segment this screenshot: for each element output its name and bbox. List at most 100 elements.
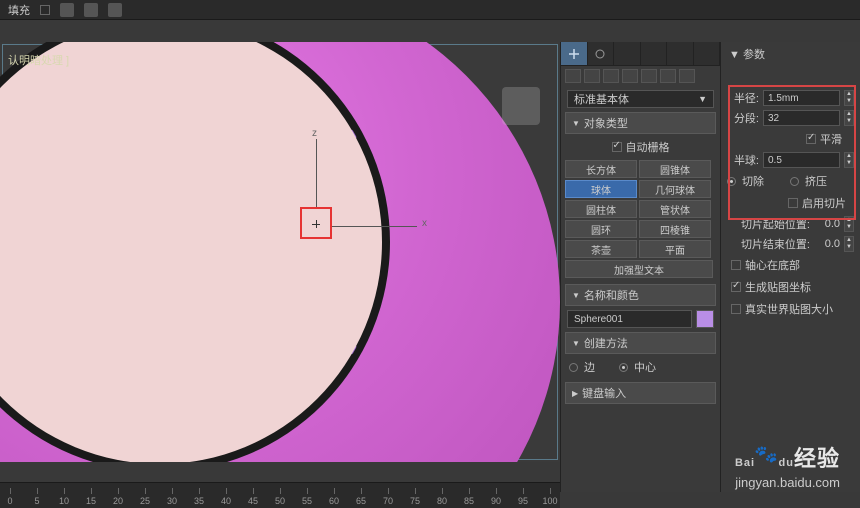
- object-name-input[interactable]: Sphere001: [567, 310, 692, 328]
- subtab-shapes[interactable]: [584, 69, 600, 83]
- center-point: [155, 237, 165, 247]
- timeline-tick: 90: [491, 496, 501, 506]
- rollout-object-type[interactable]: ▼对象类型: [565, 112, 716, 134]
- timeline-tick: 40: [221, 496, 231, 506]
- btn-cone[interactable]: 圆锥体: [639, 160, 711, 178]
- radio-center[interactable]: [619, 363, 628, 372]
- object-color-swatch[interactable]: [696, 310, 714, 328]
- subtab-helpers[interactable]: [641, 69, 657, 83]
- fill-dropdown[interactable]: [40, 5, 50, 15]
- timeline-tick: 0: [7, 496, 12, 506]
- timeline-tick: 20: [113, 496, 123, 506]
- tab-utilities[interactable]: [694, 42, 721, 65]
- tab-motion[interactable]: [641, 42, 668, 65]
- timeline-tick: 75: [410, 496, 420, 506]
- axis-x-label: x: [422, 218, 427, 229]
- base-pivot-checkbox[interactable]: [731, 260, 741, 270]
- rollout-keyboard[interactable]: ▶键盘输入: [565, 382, 716, 404]
- timeline-tick: 25: [140, 496, 150, 506]
- rollout-name-color[interactable]: ▼名称和颜色: [565, 284, 716, 306]
- hemi-spinner[interactable]: ▲▼: [844, 152, 854, 168]
- segments-input[interactable]: 32: [763, 110, 840, 126]
- radio-squash[interactable]: [790, 177, 799, 186]
- toolbar-icon-2[interactable]: [84, 3, 98, 17]
- tick-2: [333, 129, 357, 149]
- primitive-category-dropdown[interactable]: 标准基本体 ▼: [567, 90, 714, 108]
- axis-z-line: [316, 139, 317, 209]
- tab-hierarchy[interactable]: [614, 42, 641, 65]
- viewport-shading-label: 认明暗处理 ]: [8, 52, 69, 68]
- btn-textplus[interactable]: 加强型文本: [565, 260, 713, 278]
- watermark: Bai🐾du经验 jingyan.baidu.com: [735, 441, 840, 490]
- timeline-tick: 85: [464, 496, 474, 506]
- tab-modify[interactable]: [588, 42, 615, 65]
- btn-cylinder[interactable]: 圆柱体: [565, 200, 637, 218]
- btn-pyramid[interactable]: 四棱锥: [639, 220, 711, 238]
- axis-x-line: [332, 226, 417, 227]
- gizmo-pivot[interactable]: [312, 220, 320, 228]
- tick-3: [359, 237, 381, 247]
- timeline-tick: 70: [383, 496, 393, 506]
- segments-spinner[interactable]: ▲▼: [844, 110, 854, 126]
- timeline-tick: 65: [356, 496, 366, 506]
- timeline-tick: 5: [34, 496, 39, 506]
- timeline[interactable]: 0510152025303540455055606570758085909510…: [0, 482, 560, 508]
- tick-6: [155, 440, 165, 462]
- axis-z-label: z: [312, 128, 317, 139]
- timeline-tick: 30: [167, 496, 177, 506]
- viewport[interactable]: z x: [0, 42, 560, 462]
- slice-from-spinner: ▲▼: [844, 216, 854, 232]
- clock-outer-ring: [0, 42, 560, 462]
- radius-label: 半径:: [727, 90, 759, 106]
- subtab-space[interactable]: [660, 69, 676, 83]
- btn-plane[interactable]: 平面: [639, 240, 711, 258]
- smooth-checkbox[interactable]: [806, 134, 816, 144]
- toolbar-icon-3[interactable]: [108, 3, 122, 17]
- segments-label: 分段:: [727, 110, 759, 126]
- btn-box[interactable]: 长方体: [565, 160, 637, 178]
- radio-edge[interactable]: [569, 363, 578, 372]
- rollout-creation-method[interactable]: ▼创建方法: [565, 332, 716, 354]
- timeline-tick: 35: [194, 496, 204, 506]
- command-panel: 标准基本体 ▼ ▼对象类型 自动栅格 长方体 圆锥体 球体 几何球体 圆柱体 管…: [560, 42, 720, 492]
- auto-grid-label: 自动栅格: [626, 139, 670, 155]
- tab-display[interactable]: [667, 42, 694, 65]
- tick-12: [155, 42, 165, 44]
- btn-tube[interactable]: 管状体: [639, 200, 711, 218]
- viewcube[interactable]: [502, 87, 540, 125]
- radius-spinner[interactable]: ▲▼: [844, 90, 854, 106]
- auto-grid-checkbox[interactable]: [612, 142, 622, 152]
- toolbar-icon-1[interactable]: [60, 3, 74, 17]
- radio-chop[interactable]: [727, 177, 736, 186]
- real-world-checkbox[interactable]: [731, 304, 741, 314]
- tick-7: [45, 411, 65, 435]
- hemi-input[interactable]: 0.5: [763, 152, 840, 168]
- slice-to-spinner: ▲▼: [844, 236, 854, 252]
- timeline-tick: 15: [86, 496, 96, 506]
- subtab-cameras[interactable]: [622, 69, 638, 83]
- timeline-tick: 45: [248, 496, 258, 506]
- timeline-tick: 10: [59, 496, 69, 506]
- tab-create[interactable]: [561, 42, 588, 65]
- gen-map-checkbox[interactable]: [731, 282, 741, 292]
- subtab-systems[interactable]: [679, 69, 695, 83]
- dropdown-value: 标准基本体: [574, 91, 629, 107]
- params-title: ▼ 参数: [729, 46, 765, 62]
- tick-5: [255, 411, 275, 435]
- subtab-geometry[interactable]: [565, 69, 581, 83]
- btn-sphere[interactable]: 球体: [565, 180, 637, 198]
- btn-teapot[interactable]: 茶壶: [565, 240, 637, 258]
- tick-4: [333, 335, 357, 355]
- timeline-tick: 80: [437, 496, 447, 506]
- slice-on-checkbox[interactable]: [788, 198, 798, 208]
- subtab-lights[interactable]: [603, 69, 619, 83]
- timeline-tick: 100: [542, 496, 557, 506]
- fill-label: 填充: [8, 2, 30, 18]
- radius-input[interactable]: 1.5mm: [763, 90, 840, 106]
- btn-geosphere[interactable]: 几何球体: [639, 180, 711, 198]
- timeline-tick: 95: [518, 496, 528, 506]
- hemi-label: 半球:: [727, 152, 759, 168]
- tick-1: [255, 49, 275, 73]
- btn-torus[interactable]: 圆环: [565, 220, 637, 238]
- timeline-tick: 50: [275, 496, 285, 506]
